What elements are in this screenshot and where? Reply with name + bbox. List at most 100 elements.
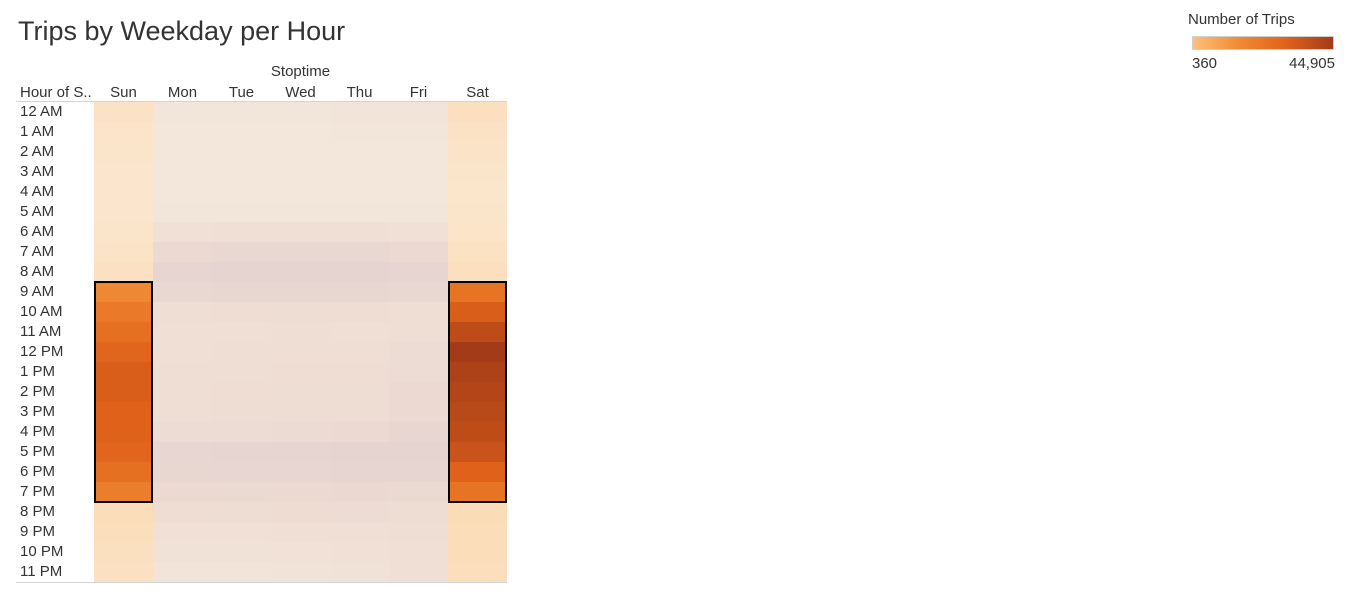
heatmap-cell[interactable] (153, 202, 212, 222)
heatmap-cell[interactable] (153, 382, 212, 402)
heatmap-cell[interactable] (448, 262, 507, 282)
heatmap-cell[interactable] (330, 562, 389, 582)
heatmap-cell[interactable] (389, 382, 448, 402)
heatmap-cell[interactable] (271, 382, 330, 402)
heatmap-cell[interactable] (389, 442, 448, 462)
heatmap-cell[interactable] (389, 342, 448, 362)
heatmap-cell[interactable] (330, 442, 389, 462)
heatmap-cell[interactable] (389, 562, 448, 582)
heatmap-cell[interactable] (212, 362, 271, 382)
heatmap-cell[interactable] (94, 322, 153, 342)
heatmap-cell[interactable] (212, 422, 271, 442)
heatmap-cell[interactable] (271, 462, 330, 482)
heatmap-cell[interactable] (448, 382, 507, 402)
heatmap-cell[interactable] (153, 122, 212, 142)
heatmap-cell[interactable] (330, 142, 389, 162)
heatmap-cell[interactable] (389, 122, 448, 142)
heatmap-cell[interactable] (389, 482, 448, 502)
heatmap-cell[interactable] (153, 462, 212, 482)
heatmap-cell[interactable] (271, 102, 330, 122)
heatmap-cell[interactable] (153, 282, 212, 302)
heatmap-cell[interactable] (271, 502, 330, 522)
heatmap-cell[interactable] (153, 162, 212, 182)
heatmap-cell[interactable] (389, 242, 448, 262)
heatmap-cell[interactable] (330, 542, 389, 562)
heatmap-cell[interactable] (153, 542, 212, 562)
heatmap-cell[interactable] (271, 522, 330, 542)
heatmap-cell[interactable] (94, 422, 153, 442)
heatmap-cell[interactable] (448, 362, 507, 382)
heatmap-cell[interactable] (330, 462, 389, 482)
heatmap-cell[interactable] (271, 562, 330, 582)
heatmap-cell[interactable] (330, 102, 389, 122)
heatmap-cell[interactable] (212, 342, 271, 362)
heatmap-cell[interactable] (94, 382, 153, 402)
heatmap-cell[interactable] (448, 222, 507, 242)
heatmap-cell[interactable] (330, 402, 389, 422)
heatmap-cell[interactable] (212, 262, 271, 282)
heatmap-cell[interactable] (330, 362, 389, 382)
heatmap-cell[interactable] (448, 142, 507, 162)
heatmap-cell[interactable] (448, 242, 507, 262)
heatmap-cell[interactable] (389, 102, 448, 122)
heatmap-cell[interactable] (448, 482, 507, 502)
heatmap-cell[interactable] (153, 142, 212, 162)
heatmap-cell[interactable] (153, 242, 212, 262)
heatmap-cell[interactable] (212, 522, 271, 542)
heatmap-cell[interactable] (271, 142, 330, 162)
heatmap-cell[interactable] (153, 322, 212, 342)
heatmap-cell[interactable] (330, 222, 389, 242)
heatmap-cell[interactable] (212, 322, 271, 342)
heatmap-cell[interactable] (212, 382, 271, 402)
heatmap-cell[interactable] (94, 522, 153, 542)
heatmap-cell[interactable] (212, 502, 271, 522)
heatmap-cell[interactable] (94, 242, 153, 262)
heatmap-cell[interactable] (212, 162, 271, 182)
heatmap-cell[interactable] (212, 462, 271, 482)
heatmap-cell[interactable] (153, 522, 212, 542)
heatmap-cell[interactable] (448, 542, 507, 562)
color-legend[interactable]: Number of Trips 360 44,905 (1188, 11, 1338, 75)
heatmap-cell[interactable] (153, 262, 212, 282)
heatmap-cell[interactable] (212, 562, 271, 582)
heatmap-cell[interactable] (448, 342, 507, 362)
heatmap-cell[interactable] (271, 242, 330, 262)
heatmap-cell[interactable] (330, 342, 389, 362)
heatmap-cell[interactable] (153, 442, 212, 462)
heatmap-cell[interactable] (271, 302, 330, 322)
heatmap-cell[interactable] (94, 142, 153, 162)
heatmap-cell[interactable] (212, 242, 271, 262)
heatmap-cell[interactable] (212, 202, 271, 222)
heatmap-cell[interactable] (330, 322, 389, 342)
heatmap-cell[interactable] (448, 462, 507, 482)
heatmap-cell[interactable] (448, 502, 507, 522)
heatmap-cell[interactable] (389, 162, 448, 182)
heatmap-cell[interactable] (94, 542, 153, 562)
heatmap-cell[interactable] (271, 322, 330, 342)
heatmap-cell[interactable] (94, 562, 153, 582)
heatmap-cell[interactable] (94, 342, 153, 362)
heatmap-cell[interactable] (330, 382, 389, 402)
heatmap-cell[interactable] (94, 122, 153, 142)
heatmap-cell[interactable] (389, 302, 448, 322)
heatmap-cell[interactable] (94, 262, 153, 282)
heatmap-cell[interactable] (330, 242, 389, 262)
heatmap-cell[interactable] (271, 202, 330, 222)
heatmap-cell[interactable] (94, 442, 153, 462)
heatmap-cell[interactable] (389, 202, 448, 222)
heatmap-cell[interactable] (153, 222, 212, 242)
heatmap-cell[interactable] (271, 542, 330, 562)
heatmap-cell[interactable] (448, 302, 507, 322)
heatmap-cell[interactable] (389, 222, 448, 242)
heatmap-cell[interactable] (330, 422, 389, 442)
heatmap-cell[interactable] (330, 282, 389, 302)
heatmap-cell[interactable] (448, 102, 507, 122)
heatmap-cell[interactable] (389, 402, 448, 422)
heatmap-cell[interactable] (330, 202, 389, 222)
heatmap-cell[interactable] (94, 482, 153, 502)
heatmap-cell[interactable] (271, 422, 330, 442)
heatmap-cell[interactable] (330, 182, 389, 202)
heatmap-cell[interactable] (330, 302, 389, 322)
heatmap-cell[interactable] (94, 162, 153, 182)
heatmap-cell[interactable] (153, 342, 212, 362)
